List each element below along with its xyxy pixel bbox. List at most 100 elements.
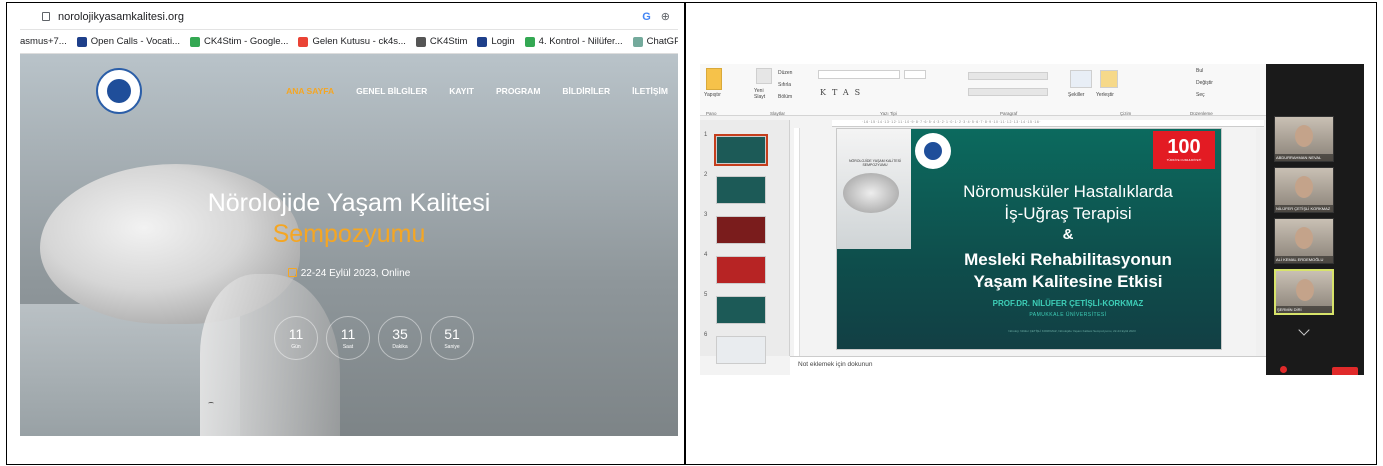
arrange-icon[interactable] [1100,70,1118,88]
countdown-label: Saat [342,343,354,350]
slide-title-line3: Mesleki Rehabilitasyonun [964,250,1172,269]
bookmark-item[interactable]: Login [477,36,515,47]
slide-title-line4: Yaşam Kalitesine Etkisi [973,272,1163,291]
bookmark-favicon-icon [76,36,87,47]
bookmark-item[interactable]: Gelen Kutusu - ck4s... [298,36,406,47]
bookmark-favicon-icon [524,36,535,47]
slide-title-amp: & [1062,226,1074,243]
nav-item[interactable]: KAYIT [449,86,474,96]
participant-tile[interactable]: ALİ KEMAL ERDEMOĞLU [1274,218,1334,264]
ribbon-group-label: Slaytlar [770,111,786,116]
bookmark-favicon-icon [298,36,309,47]
section-button[interactable]: Bölüm [778,94,792,100]
browser-screenshot: norolojikyasamkalitesi.org G ⊕ asmus+7..… [20,4,678,436]
frame-divider [684,2,686,465]
bookmark-item[interactable]: asmus+7... [20,36,67,47]
bookmark-item[interactable]: Open Calls - Vocati... [76,36,180,47]
participant-tile[interactable]: ABDURRAHMAN NEVAL [1274,116,1334,162]
vertical-scrollbar[interactable] [1256,128,1264,356]
slide-thumbnails: 1 2 3 4 5 6 [700,120,790,364]
countdown-number: 35 [392,325,408,342]
slide-thumbnail[interactable] [714,134,768,166]
nav-item[interactable]: BİLDİRİLER [562,86,610,96]
nav-item[interactable]: İLETİŞİM [632,86,668,96]
nav-item[interactable]: ANA SAYFA [286,86,334,96]
site-logo[interactable] [96,68,142,114]
bookmark-label: Open Calls - Vocati... [90,36,180,47]
participant-tile[interactable]: ŞERMİN DİRİ [1274,269,1334,315]
participant-tile[interactable]: NİLÜFER ÇETİŞLİ KORKMAZ [1274,167,1334,213]
participant-video [1295,176,1313,198]
poster-brain-image [843,173,899,213]
participant-name: ALİ KEMAL ERDEMOĞLU [1275,256,1333,263]
alignment-controls[interactable] [968,88,1048,96]
font-size-dropdown[interactable] [904,70,926,79]
new-slide-icon[interactable] [756,68,772,84]
replace-button[interactable]: Değiştir [1196,80,1213,86]
new-slide-label[interactable]: Yeni Slayt [754,88,774,100]
find-button[interactable]: Bul [1196,68,1203,74]
slide-thumbnail[interactable] [716,296,766,324]
font-name-dropdown[interactable] [818,70,900,79]
thumbnail-number: 6 [704,332,708,338]
slide-title-line2: İş-Uğraş Terapisi [1004,204,1132,223]
url-text[interactable]: norolojikyasamkalitesi.org [58,11,184,23]
zoom-icon[interactable]: ⊕ [661,10,670,23]
slide-thumbnail[interactable] [716,216,766,244]
bookmark-item[interactable]: ChatGPT [632,36,678,47]
chevron-down-icon[interactable] [1298,324,1310,336]
countdown-number: 11 [340,325,356,342]
countdown-label: Gün [291,343,301,350]
thumbnail-number: 2 [704,172,708,178]
shapes-label[interactable]: Şekiller [1068,92,1084,98]
paste-icon[interactable] [706,68,722,90]
nav-item[interactable]: GENEL BİLGİLER [356,86,427,96]
bookmark-label: Gelen Kutusu - ck4s... [312,36,406,47]
slide-author: PROF.DR. NİLÜFER ÇETİŞLİ-KORKMAZ [992,299,1144,308]
bookmark-favicon-icon [189,36,200,47]
address-bar[interactable]: norolojikyasamkalitesi.org G ⊕ [20,4,678,30]
reset-button[interactable]: Sıfırla [778,82,791,88]
current-slide[interactable]: NÖROLOJİDE YAŞAM KALİTESİ SEMPOZYUMU 100… [836,128,1222,350]
bookmark-favicon-icon [477,36,488,47]
select-button[interactable]: Seç [1196,92,1205,98]
nav-item[interactable]: PROGRAM [496,86,540,96]
countdown: 11 Gün 11 Saat 35 Dakika 51 Saniye [274,316,474,360]
shapes-icon[interactable] [1070,70,1092,88]
countdown-label: Dakika [392,343,408,350]
badge-number: 100 [1167,136,1201,158]
slide-logo-head-icon [924,142,942,160]
participant-name: NİLÜFER ÇETİŞLİ KORKMAZ [1275,205,1333,212]
leave-button[interactable] [1332,367,1358,375]
countdown-circle: 11 Saat [326,316,370,360]
hero-subtitle: Sempozyumu [272,220,426,248]
ribbon-group-labels: Pano Slaytlar Yazı Tipi Paragraf Çizim Düzenl… [700,110,1266,118]
countdown-label: Saniye [444,343,460,350]
slide-thumbnail[interactable] [716,176,766,204]
participant-video [1295,125,1313,147]
bookmark-label: 4. Kontrol - Nilüfer... [538,36,623,47]
website-hero: ANA SAYFA GENEL BİLGİLER KAYIT PROGRAM BİLDİ… [20,54,678,436]
paste-label[interactable]: Yapıştır [704,92,721,98]
logo-head-icon [107,79,131,103]
slide-affiliation: PAMUKKALE ÜNİVERSİTESİ [1029,312,1107,318]
google-icon[interactable]: G [642,11,651,23]
layout-button[interactable]: Düzen [778,70,792,76]
bookmark-item[interactable]: CK4Stim - Google... [189,36,289,47]
font-style-buttons[interactable]: KTAS [820,88,866,97]
bookmark-label: asmus+7... [20,36,67,47]
countdown-circle: 35 Dakika [378,316,422,360]
countdown-number: 11 [288,325,304,342]
participant-name: ŞERMİN DİRİ [1276,306,1332,313]
slide-thumbnail[interactable] [716,256,766,284]
bookmark-label: CK4Stim - Google... [203,36,289,47]
paragraph-controls[interactable] [968,72,1048,80]
arrange-label[interactable]: Yerleştir [1096,92,1114,98]
participant-video [1295,227,1313,249]
bookmark-label: CK4Stim [429,36,468,47]
slide-thumbnail[interactable] [716,336,766,364]
bookmark-item[interactable]: 4. Kontrol - Nilüfer... [524,36,623,47]
notes-pane[interactable]: Not eklemek için dokunun [790,356,1266,375]
bookmark-item[interactable]: CK4Stim [415,36,468,47]
slide-title-line1: Nöromusküler Hastalıklarda [963,182,1173,201]
